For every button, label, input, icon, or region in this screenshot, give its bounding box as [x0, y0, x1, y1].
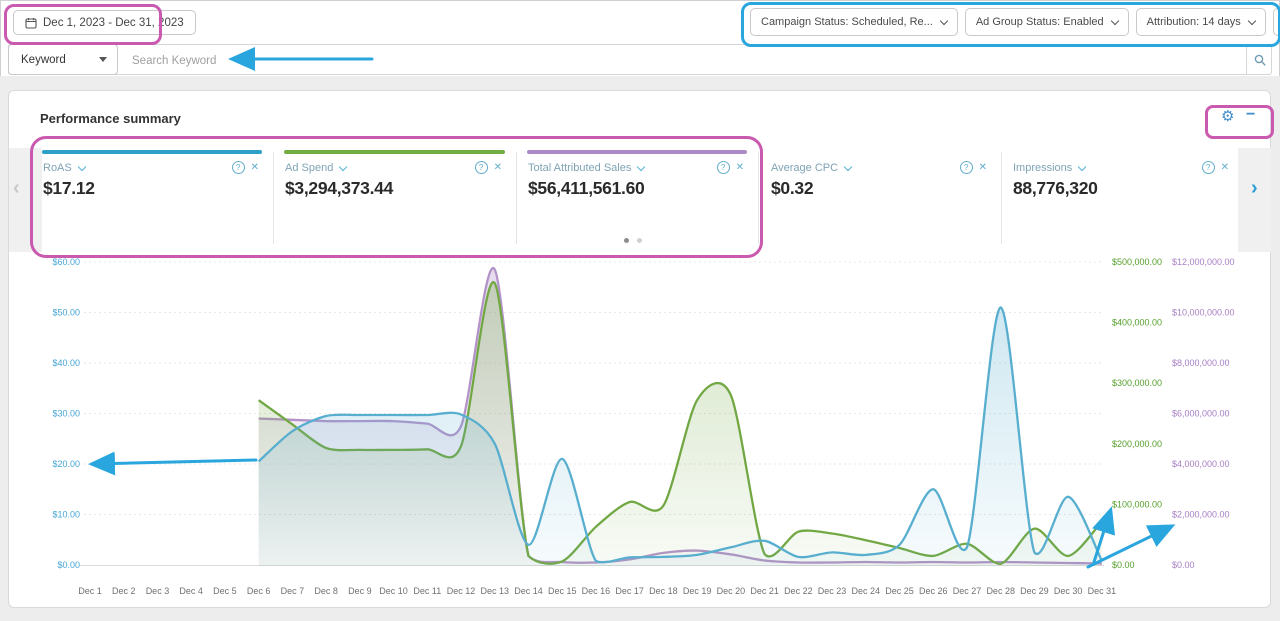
metric-card-total-attributed-sales: Total Attributed Sales ? ✕ $56,411,561.60 — [527, 148, 747, 250]
ad-group-status-filter[interactable]: Ad Group Status: Enabled — [965, 8, 1129, 36]
metric-card-roas: RoAS ? ✕ $17.12 — [42, 148, 262, 250]
question-icon[interactable]: ? — [232, 161, 245, 174]
card-divider — [1001, 152, 1002, 244]
campaign-status-filter[interactable]: Campaign Status: Scheduled, Re... — [750, 8, 958, 36]
metric-card-ad-spend: Ad Spend ? ✕ $3,294,373.44 — [284, 148, 505, 250]
metric-accent-bar — [284, 150, 505, 154]
chevron-down-icon[interactable] — [78, 162, 86, 170]
carousel-left-arrow[interactable]: ‹ — [13, 178, 20, 198]
metric-card-impressions: Impressions ? ✕ 88,776,320 — [1012, 148, 1232, 250]
question-icon[interactable]: ? — [475, 161, 488, 174]
question-icon[interactable]: ? — [1202, 161, 1215, 174]
metric-accent-bar — [527, 150, 747, 154]
search-type-select[interactable]: Keyword — [8, 44, 118, 75]
card-divider — [273, 152, 274, 244]
metric-value: $0.32 — [771, 178, 813, 199]
metric-label[interactable]: Average CPC — [771, 162, 838, 174]
search-button[interactable] — [1246, 45, 1273, 74]
date-range-label: Dec 1, 2023 - Dec 31, 2023 — [43, 17, 184, 29]
gear-icon[interactable]: ⚙ — [1221, 109, 1234, 124]
metric-value: 88,776,320 — [1013, 178, 1098, 199]
attribution-filter[interactable]: Attribution: 14 days — [1136, 8, 1266, 36]
card-divider — [516, 152, 517, 244]
metric-label[interactable]: RoAS — [43, 162, 72, 174]
carousel-dot[interactable] — [637, 238, 642, 243]
question-icon[interactable]: ? — [717, 161, 730, 174]
metric-label[interactable]: Total Attributed Sales — [528, 162, 631, 174]
metric-accent-bar — [42, 150, 262, 154]
chevron-down-icon[interactable] — [1078, 162, 1086, 170]
metric-value: $3,294,373.44 — [285, 178, 393, 199]
cards-right-gutter — [1238, 148, 1271, 252]
chevron-down-icon[interactable] — [844, 162, 852, 170]
all-filters-button[interactable]: All filters — [1273, 8, 1280, 36]
close-icon[interactable]: ✕ — [1221, 162, 1229, 173]
chevron-down-icon — [940, 16, 948, 24]
close-icon[interactable]: ✕ — [979, 162, 987, 173]
chevron-down-icon — [1248, 16, 1256, 24]
metric-value: $17.12 — [43, 178, 95, 199]
metric-value: $56,411,561.60 — [528, 178, 644, 199]
dashboard-page: Dec 1, 2023 - Dec 31, 2023 Campaign Stat… — [0, 0, 1280, 621]
search-type-value: Keyword — [21, 54, 66, 66]
carousel-dot-active[interactable] — [624, 238, 629, 243]
campaign-status-label: Campaign Status: Scheduled, Re... — [761, 16, 933, 28]
calendar-icon — [25, 17, 37, 29]
question-icon[interactable]: ? — [960, 161, 973, 174]
close-icon[interactable]: ✕ — [736, 162, 744, 173]
cards-left-gutter — [9, 148, 42, 252]
collapse-minus-icon[interactable]: − — [1246, 107, 1255, 123]
attribution-label: Attribution: 14 days — [1147, 16, 1241, 28]
ad-group-status-label: Ad Group Status: Enabled — [976, 16, 1104, 28]
search-icon — [1253, 53, 1267, 67]
search-input[interactable] — [130, 46, 994, 75]
filter-bar: Campaign Status: Scheduled, Re... Ad Gro… — [750, 8, 1280, 36]
card-divider — [758, 152, 759, 244]
close-icon[interactable]: ✕ — [251, 162, 259, 173]
panel-title: Performance summary — [40, 111, 181, 126]
chevron-down-icon[interactable] — [637, 162, 645, 170]
close-icon[interactable]: ✕ — [494, 162, 502, 173]
date-range-picker[interactable]: Dec 1, 2023 - Dec 31, 2023 — [13, 10, 196, 35]
carousel-right-arrow[interactable]: › — [1251, 178, 1258, 198]
metric-label[interactable]: Ad Spend — [285, 162, 333, 174]
metric-label[interactable]: Impressions — [1013, 162, 1072, 174]
caret-down-icon — [99, 57, 107, 62]
metric-card-average-cpc: Average CPC ? ✕ $0.32 — [770, 148, 990, 250]
chevron-down-icon — [1110, 16, 1118, 24]
chevron-down-icon[interactable] — [339, 162, 347, 170]
